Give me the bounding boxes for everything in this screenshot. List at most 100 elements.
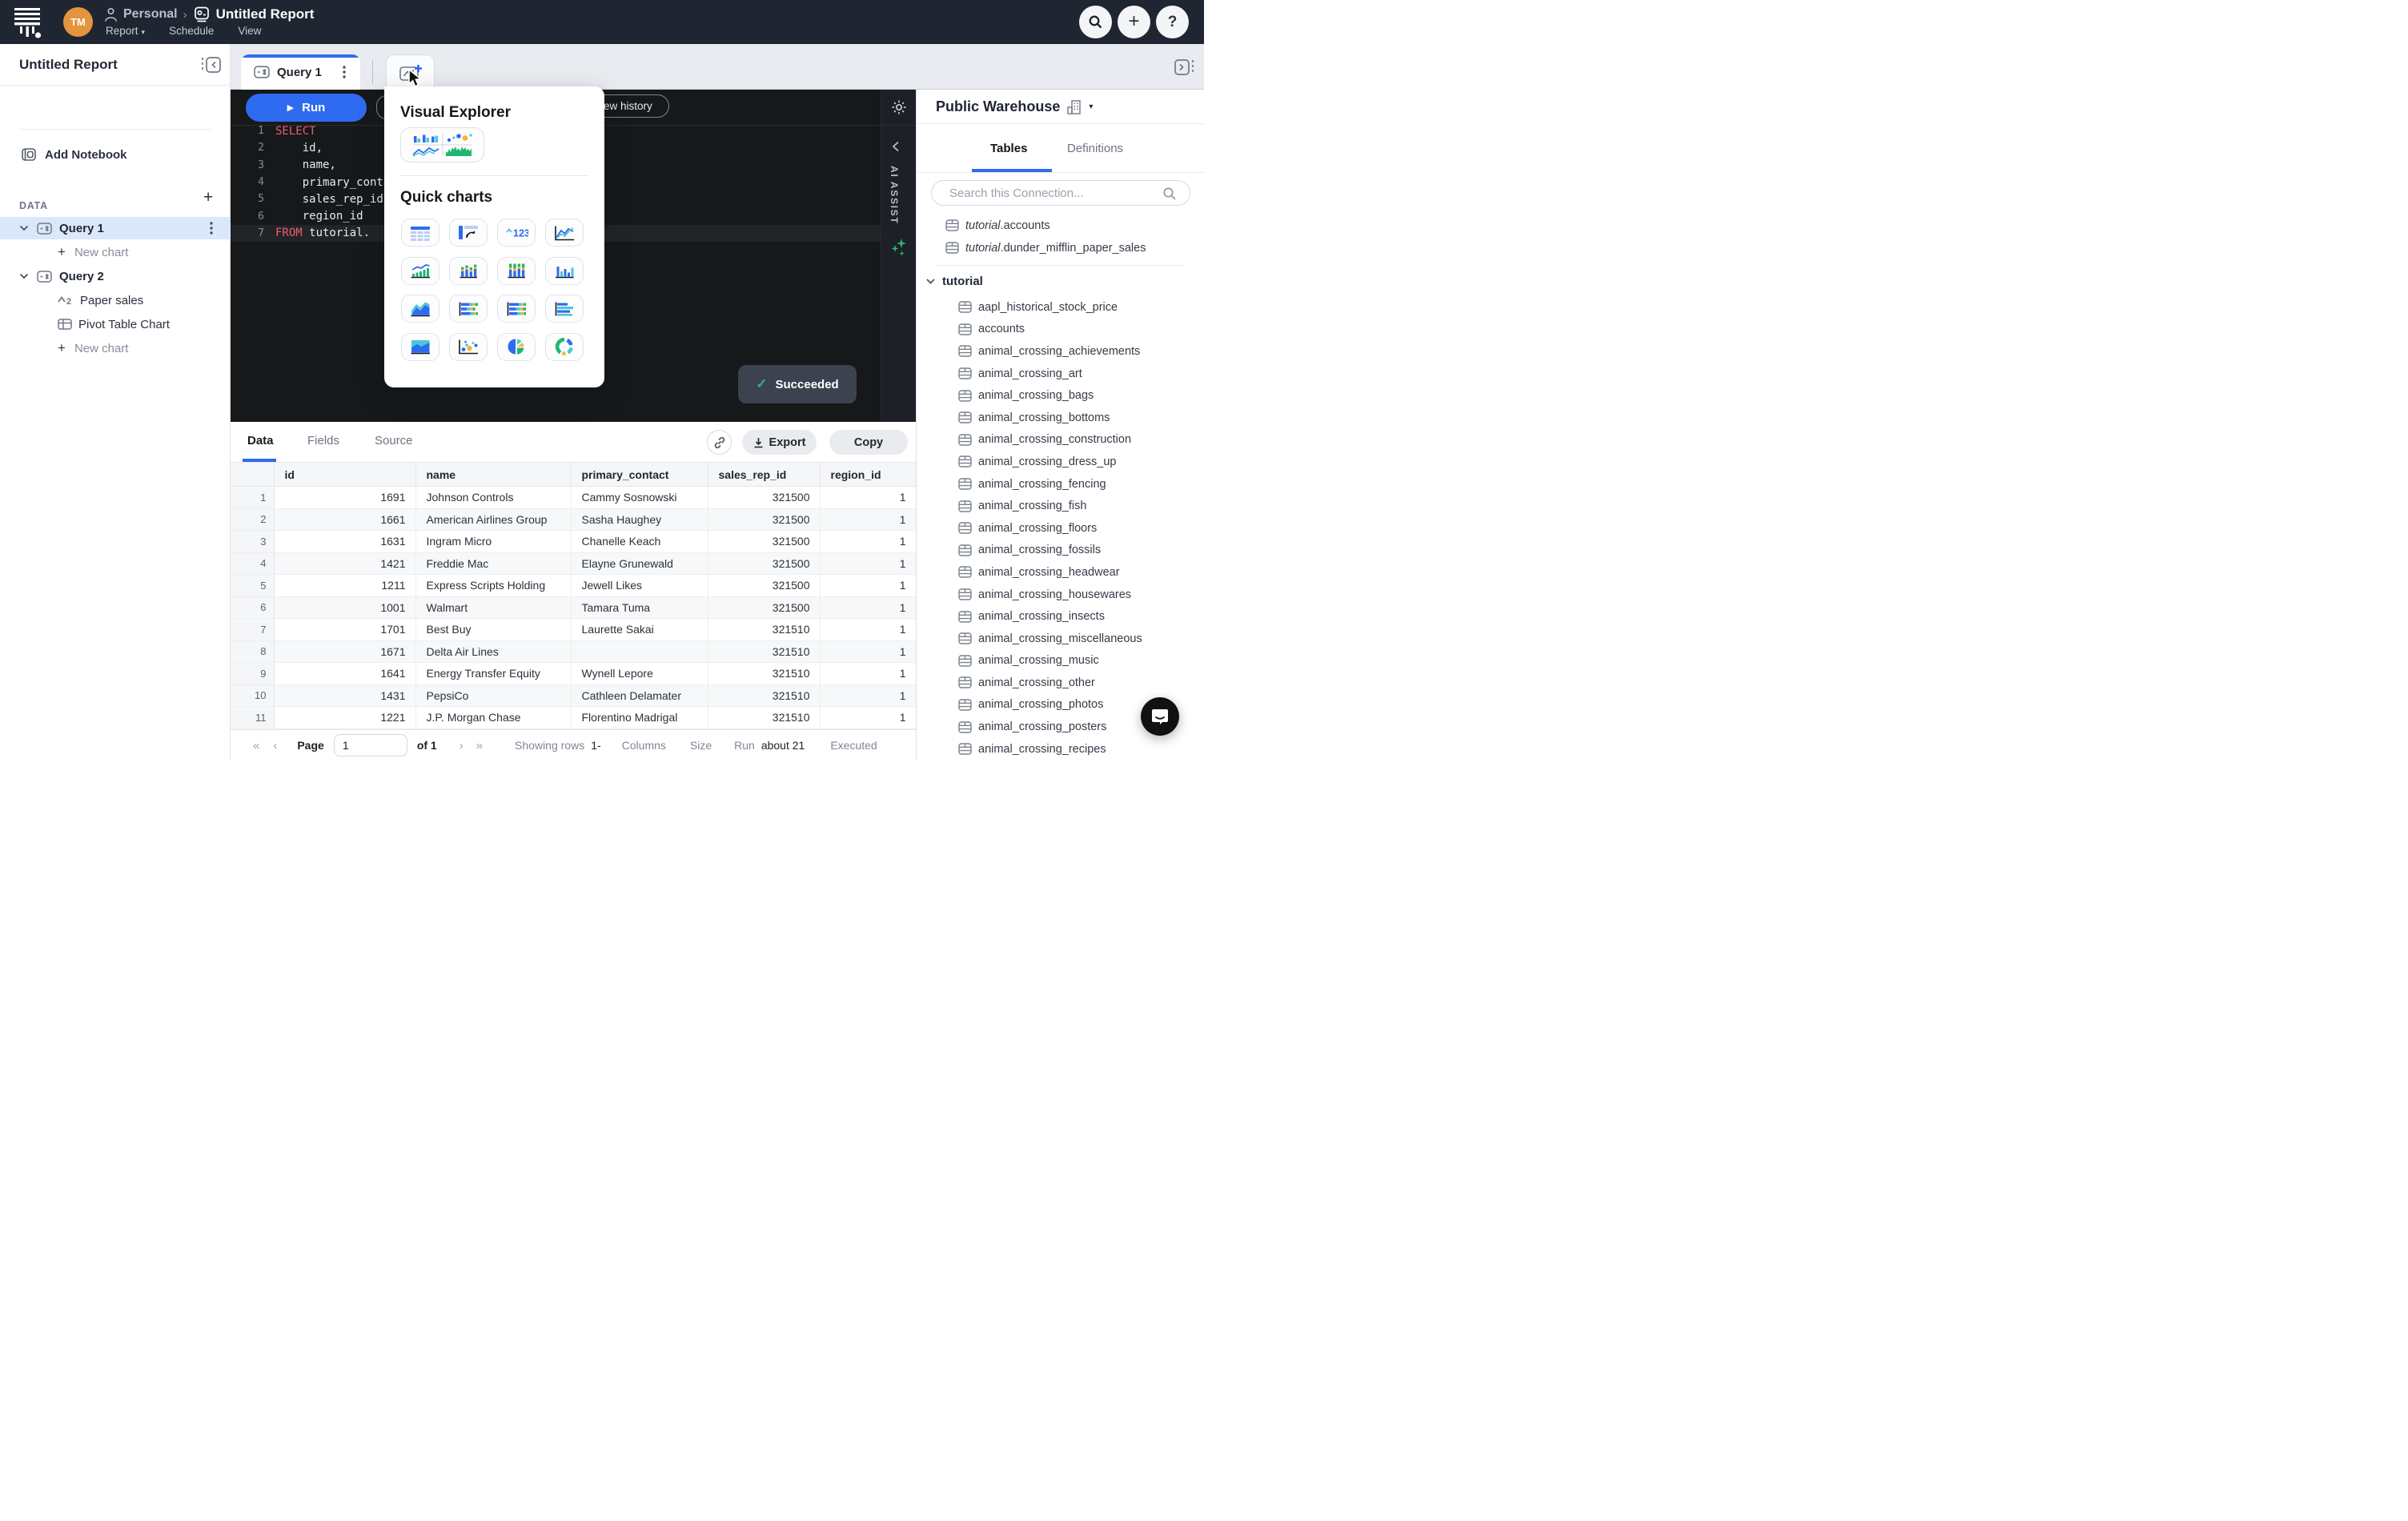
cell-primary-contact[interactable]: Elayne Grunewald [571, 552, 708, 575]
cell-sales-rep-id[interactable]: 321500 [708, 596, 820, 619]
tab-definitions[interactable]: Definitions [1067, 142, 1123, 155]
h-bar-chart-icon[interactable] [545, 295, 584, 323]
cell-id[interactable]: 1211 [274, 575, 415, 597]
cell-name[interactable]: American Airlines Group [415, 508, 571, 531]
cell-id[interactable]: 1691 [274, 487, 415, 509]
cell-primary-contact[interactable]: Chanelle Keach [571, 531, 708, 553]
cell-primary-contact[interactable]: Florentino Madrigal [571, 707, 708, 729]
run-button[interactable]: ▶ Run [246, 94, 367, 122]
cell-id[interactable]: 1431 [274, 684, 415, 707]
cell-primary-contact[interactable]: Jewell Likes [571, 575, 708, 597]
table-row[interactable]: 3 1631 Ingram Micro Chanelle Keach 32150… [231, 531, 916, 553]
cell-id[interactable]: 1701 [274, 619, 415, 641]
cell-id[interactable]: 1001 [274, 596, 415, 619]
column-header[interactable]: id [274, 463, 415, 487]
table-row[interactable]: 2 1661 American Airlines Group Sasha Hau… [231, 508, 916, 531]
expand-panel-icon[interactable] [1173, 58, 1195, 77]
tab-fields[interactable]: Fields [307, 434, 339, 447]
schema-table-item[interactable]: animal_crossing_floors [917, 517, 1205, 540]
schema-table-item[interactable]: animal_crossing_construction [917, 429, 1205, 451]
visual-explorer-button[interactable] [400, 127, 484, 163]
create-new-button[interactable]: + [1118, 6, 1150, 38]
area-100-chart-icon[interactable] [401, 333, 439, 361]
schema-table-item[interactable]: animal_crossing_bags [917, 384, 1205, 407]
recent-table-item[interactable]: tutorial.accounts [917, 215, 1205, 236]
search-button[interactable] [1079, 6, 1112, 38]
breadcrumb-workspace[interactable]: Personal [123, 7, 178, 22]
cell-name[interactable]: Walmart [415, 596, 571, 619]
recent-table-item[interactable]: tutorial.dunder_mifflin_paper_sales [917, 237, 1205, 259]
help-button[interactable]: ? [1156, 6, 1189, 38]
sidebar-item-new-chart[interactable]: + New chart [0, 241, 231, 263]
ai-assist-label[interactable]: AI ASSIST [889, 166, 900, 224]
cell-primary-contact[interactable]: Tamara Tuma [571, 596, 708, 619]
cell-primary-contact[interactable]: Cammy Sosnowski [571, 487, 708, 509]
cell-id[interactable]: 1631 [274, 531, 415, 553]
results-table[interactable]: id name primary_contact sales_rep_id reg… [231, 462, 916, 729]
cell-name[interactable]: Best Buy [415, 619, 571, 641]
stacked-bar-100-chart-icon[interactable] [497, 257, 536, 285]
cell-name[interactable]: J.P. Morgan Chase [415, 707, 571, 729]
columns-label[interactable]: Columns [622, 739, 666, 752]
cell-region-id[interactable]: 1 [820, 575, 916, 597]
schema-table-item[interactable]: animal_crossing_insects [917, 605, 1205, 628]
bar-chart-icon[interactable] [545, 257, 584, 285]
cell-primary-contact[interactable]: Sasha Haughey [571, 508, 708, 531]
schema-table-item[interactable]: animal_crossing_fencing [917, 473, 1205, 496]
column-header[interactable]: name [415, 463, 571, 487]
cell-name[interactable]: Delta Air Lines [415, 640, 571, 663]
chat-widget-button[interactable] [1141, 697, 1179, 736]
export-button[interactable]: Export [742, 430, 817, 455]
cell-region-id[interactable]: 1 [820, 508, 916, 531]
cell-id[interactable]: 1421 [274, 552, 415, 575]
menu-schedule[interactable]: Schedule [169, 25, 214, 37]
cell-name[interactable]: Freddie Mac [415, 552, 571, 575]
combo-chart-icon[interactable] [401, 257, 439, 285]
schema-search[interactable] [931, 180, 1190, 206]
schema-group-header[interactable]: tutorial [926, 275, 983, 288]
schema-table-item[interactable]: animal_crossing_music [917, 650, 1205, 672]
cell-sales-rep-id[interactable]: 321500 [708, 531, 820, 553]
next-page-button[interactable]: › [460, 739, 464, 752]
cell-sales-rep-id[interactable]: 321500 [708, 575, 820, 597]
cell-id[interactable]: 1661 [274, 508, 415, 531]
pivot-table-chart-icon[interactable] [449, 219, 488, 247]
cell-name[interactable]: Johnson Controls [415, 487, 571, 509]
cell-region-id[interactable]: 1 [820, 640, 916, 663]
cell-sales-rep-id[interactable]: 321510 [708, 684, 820, 707]
cell-primary-contact[interactable]: Laurette Sakai [571, 619, 708, 641]
add-data-button[interactable]: + [203, 188, 213, 207]
schema-table-item[interactable]: animal_crossing_fossils [917, 540, 1205, 562]
size-label[interactable]: Size [690, 739, 712, 752]
schema-table-item[interactable]: animal_crossing_recipes [917, 738, 1205, 760]
cell-sales-rep-id[interactable]: 321500 [708, 508, 820, 531]
menu-view[interactable]: View [238, 25, 261, 37]
tab-tables[interactable]: Tables [990, 142, 1027, 155]
column-header[interactable]: sales_rep_id [708, 463, 820, 487]
connection-selector[interactable]: Public Warehouse ▾ [936, 98, 1093, 115]
first-page-button[interactable]: « [253, 739, 259, 752]
cell-sales-rep-id[interactable]: 321510 [708, 663, 820, 685]
schema-table-item[interactable]: accounts [917, 319, 1205, 341]
cell-sales-rep-id[interactable]: 321500 [708, 552, 820, 575]
cell-name[interactable]: PepsiCo [415, 684, 571, 707]
table-row[interactable]: 10 1431 PepsiCo Cathleen Delamater 32151… [231, 684, 916, 707]
scatter-chart-icon[interactable] [449, 333, 488, 361]
page-number-input[interactable] [334, 734, 407, 756]
cell-name[interactable]: Ingram Micro [415, 531, 571, 553]
cell-primary-contact[interactable]: Cathleen Delamater [571, 684, 708, 707]
table-row[interactable]: 6 1001 Walmart Tamara Tuma 321500 1 [231, 596, 916, 619]
line-chart-icon[interactable] [545, 219, 584, 247]
add-notebook-button[interactable]: Add Notebook [0, 143, 231, 166]
donut-chart-icon[interactable] [545, 333, 584, 361]
cell-region-id[interactable]: 1 [820, 596, 916, 619]
tab-data[interactable]: Data [247, 434, 274, 447]
cell-region-id[interactable]: 1 [820, 531, 916, 553]
h-stacked-bar-chart-icon[interactable] [449, 295, 488, 323]
table-row[interactable]: 9 1641 Energy Transfer Equity Wynell Lep… [231, 663, 916, 685]
cell-region-id[interactable]: 1 [820, 619, 916, 641]
tab-query-1[interactable]: Query 1 [241, 54, 360, 90]
menu-report[interactable]: Report▾ [106, 25, 145, 37]
cell-name[interactable]: Energy Transfer Equity [415, 663, 571, 685]
column-header[interactable]: primary_contact [571, 463, 708, 487]
